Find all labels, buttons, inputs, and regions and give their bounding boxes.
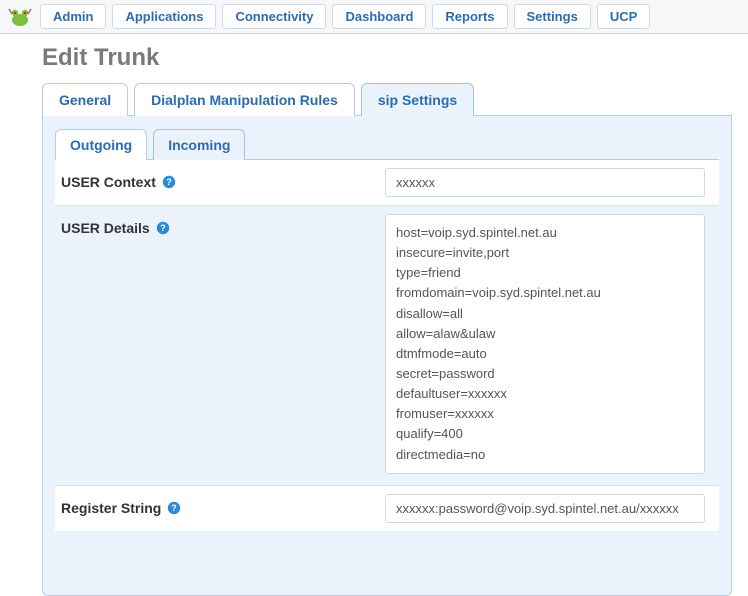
help-icon[interactable]: ? [156,221,170,235]
svg-text:?: ? [172,503,178,513]
tab-sip-settings[interactable]: sip Settings [361,83,474,116]
nav-admin[interactable]: Admin [40,4,106,29]
svg-text:?: ? [160,223,166,233]
user-context-input[interactable] [385,168,705,197]
svg-text:?: ? [166,177,172,187]
label-register-string: Register String ? [55,486,385,530]
label-user-context-text: USER Context [61,174,156,190]
row-user-context: USER Context ? [55,160,719,205]
user-details-textarea[interactable] [385,214,705,474]
register-string-input[interactable] [385,494,705,523]
incoming-form: USER Context ? USER Details ? [55,160,719,531]
nav-reports[interactable]: Reports [432,4,507,29]
label-register-string-text: Register String [61,500,161,516]
nav-dashboard[interactable]: Dashboard [332,4,426,29]
tab-dialplan-rules[interactable]: Dialplan Manipulation Rules [134,83,355,116]
tab-outgoing[interactable]: Outgoing [55,129,147,160]
row-register-string: Register String ? [55,485,719,531]
nav-ucp[interactable]: UCP [597,4,650,29]
tab-incoming[interactable]: Incoming [153,129,245,160]
label-user-details-text: USER Details [61,220,150,236]
nav-settings[interactable]: Settings [514,4,591,29]
label-user-details: USER Details ? [55,206,385,250]
nav-connectivity[interactable]: Connectivity [222,4,326,29]
top-nav: Admin Applications Connectivity Dashboar… [0,0,748,34]
sip-settings-panel: Outgoing Incoming USER Context ? USER De… [42,116,732,596]
row-user-details: USER Details ? [55,205,719,485]
help-icon[interactable]: ? [167,501,181,515]
help-icon[interactable]: ? [162,175,176,189]
page-title: Edit Trunk [42,44,732,72]
label-user-context: USER Context ? [55,160,385,204]
nav-applications[interactable]: Applications [112,4,216,29]
tab-general[interactable]: General [42,83,128,116]
logo [6,5,34,29]
tabs-direction: Outgoing Incoming [55,128,719,160]
tabs-main: General Dialplan Manipulation Rules sip … [42,82,732,116]
